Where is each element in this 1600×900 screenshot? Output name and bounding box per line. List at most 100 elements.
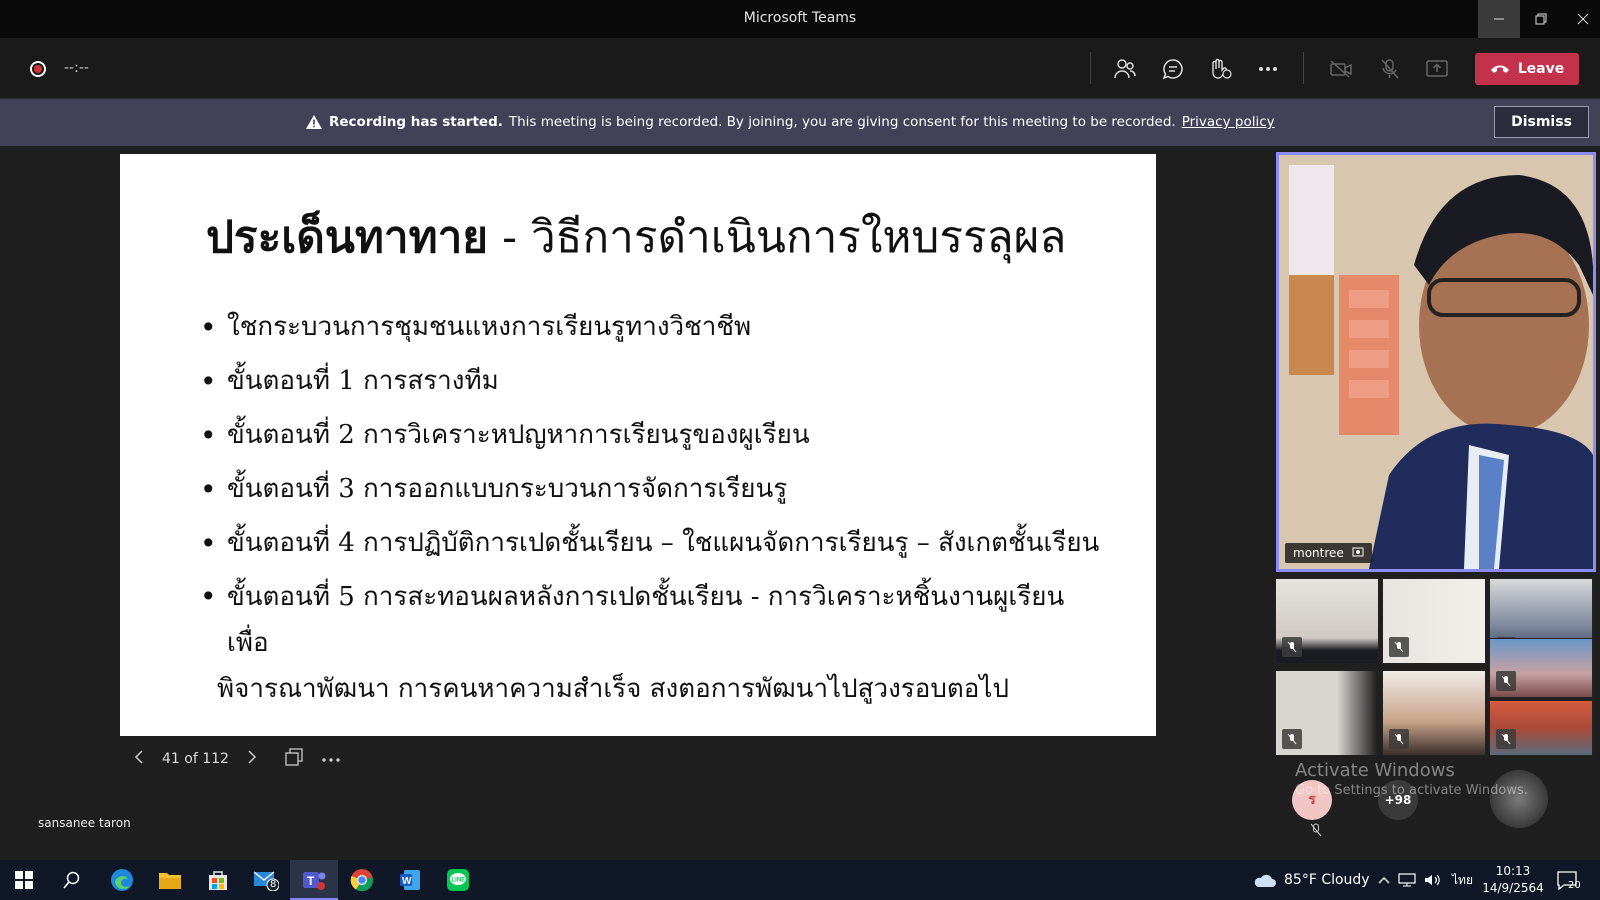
slide-bullet: ขั้นตอนที่ 1 การสรางทีม	[200, 358, 1100, 405]
restore-button[interactable]	[1520, 0, 1562, 38]
privacy-policy-link[interactable]: Privacy policy	[1182, 114, 1275, 130]
svg-text:W: W	[402, 876, 412, 887]
file-explorer-taskbar-button[interactable]	[146, 860, 194, 900]
more-actions-button[interactable]	[1253, 54, 1283, 84]
speaker-video-image	[1279, 155, 1593, 569]
minimize-button[interactable]	[1478, 0, 1520, 38]
word-taskbar-button[interactable]: W	[386, 860, 434, 900]
chat-button[interactable]	[1158, 54, 1188, 84]
notification-count: 20	[1568, 880, 1581, 891]
dismiss-button[interactable]: Dismiss	[1494, 106, 1589, 138]
slide-bullet: ขั้นตอนที่ 4 การปฏิบัติการเปดชั้นเรียน –…	[200, 520, 1100, 567]
slide-bullet-continuation: พิจารณาพัฒนา การคนหาความสำเร็จ สงตอการพั…	[217, 674, 1009, 704]
network-button[interactable]	[1398, 860, 1416, 900]
participants-button[interactable]	[1110, 54, 1140, 84]
start-button[interactable]	[0, 860, 48, 900]
leave-button[interactable]: Leave	[1475, 53, 1579, 85]
reactions-button[interactable]	[1205, 54, 1235, 84]
minimize-icon	[1494, 18, 1504, 20]
mic-off-icon	[1282, 729, 1302, 749]
slides-grid-icon	[285, 748, 303, 766]
toolbar-divider	[1303, 52, 1304, 84]
toolbar-divider	[1090, 52, 1091, 84]
raise-hand-icon	[1212, 58, 1232, 79]
leave-label: Leave	[1517, 61, 1565, 77]
participant-tile[interactable]	[1275, 670, 1379, 756]
slide-bullet-list: ใชกระบวนการชุมชนแหงการเรียนรูทางวิชาชีพ …	[200, 304, 1100, 719]
participant-tile[interactable]	[1489, 700, 1593, 756]
mic-off-icon	[1310, 822, 1322, 841]
speaker-name-tag: montree	[1285, 543, 1372, 563]
network-icon	[1398, 873, 1416, 887]
participant-tile[interactable]	[1489, 638, 1593, 698]
slide-bullet-text: ขั้นตอนที่ 5 การสะทอนผลหลังการเปดชั้นเรี…	[227, 582, 1065, 658]
screen-share-indicator-icon	[1352, 547, 1364, 557]
teams-taskbar-button[interactable]: T	[290, 860, 338, 900]
participant-tile[interactable]	[1382, 670, 1486, 756]
folder-icon	[159, 873, 181, 889]
teams-icon: T	[303, 872, 326, 890]
mail-taskbar-button[interactable]: 8	[242, 860, 290, 900]
clock-time: 10:13	[1495, 864, 1531, 878]
word-icon: W	[400, 870, 420, 890]
participants-gallery: montree ร +98 Activate Windows Go to Set…	[1272, 146, 1600, 854]
line-taskbar-button[interactable]: LINE	[434, 860, 482, 900]
store-icon	[209, 871, 227, 890]
meeting-toolbar: --:-- Leave	[0, 38, 1600, 99]
chrome-taskbar-button[interactable]	[338, 860, 386, 900]
slide-bullet: ขั้นตอนที่ 5 การสะทอนผลหลังการเปดชั้นเรี…	[200, 574, 1100, 712]
speaker-icon	[1425, 874, 1440, 886]
presenter-name: sansanee taron	[38, 816, 131, 830]
share-screen-icon	[1426, 60, 1448, 77]
slide-title-bold: ประเด็นทาทาย	[206, 212, 489, 263]
line-app-icon: LINE	[447, 869, 469, 891]
volume-button[interactable]	[1424, 860, 1442, 900]
show-hidden-icons-button[interactable]	[1378, 860, 1390, 900]
mic-off-icon	[1389, 729, 1409, 749]
mic-off-icon	[1496, 671, 1516, 691]
window-title: Microsoft Teams	[743, 10, 857, 26]
recording-banner: Recording has started. This meeting is b…	[0, 99, 1600, 146]
clock-date: 14/9/2564	[1482, 881, 1544, 895]
search-button[interactable]	[48, 860, 96, 900]
previous-slide-button[interactable]	[120, 749, 144, 769]
chat-icon	[1162, 59, 1183, 80]
camera-button[interactable]	[1326, 54, 1356, 84]
edge-taskbar-button[interactable]	[98, 860, 146, 900]
restore-icon	[1535, 13, 1547, 25]
content-stage: ประเด็นทาทาย - วิธีการดำเนินการใหบรรลุผล…	[0, 146, 1272, 854]
notifications-button[interactable]: 20	[1556, 860, 1581, 900]
participant-tile[interactable]	[1382, 578, 1486, 664]
active-speaker-video[interactable]: montree	[1276, 152, 1596, 572]
people-icon	[1114, 59, 1136, 79]
title-bar: Microsoft Teams	[0, 0, 1600, 38]
participant-tile[interactable]	[1275, 578, 1379, 664]
mic-off-icon	[1381, 59, 1399, 79]
participant-thumbnails	[1272, 578, 1600, 758]
svg-text:T: T	[307, 874, 315, 888]
windows-logo-icon	[15, 871, 33, 889]
store-taskbar-button[interactable]	[194, 860, 242, 900]
slide-page-counter: 41 of 112	[162, 751, 229, 767]
mic-off-icon	[1389, 637, 1409, 657]
close-window-button[interactable]	[1562, 0, 1600, 38]
more-icon	[322, 758, 340, 762]
meeting-timer: --:--	[64, 60, 89, 76]
slide-bullet: ขั้นตอนที่ 3 การออกแบบกระบวนการจัดการเรี…	[200, 466, 1100, 513]
chrome-icon	[350, 869, 374, 892]
slide-grid-button[interactable]	[285, 748, 303, 770]
slide-title-rest: วิธีการดำเนินการใหบรรลุผล	[530, 212, 1067, 263]
mic-button[interactable]	[1375, 54, 1405, 84]
taskbar-clock[interactable]: 10:13 14/9/2564	[1478, 863, 1548, 897]
svg-text:LINE: LINE	[452, 878, 466, 884]
share-button[interactable]	[1422, 54, 1452, 84]
activate-windows-subtitle: Go to Settings to activate Windows.	[1295, 783, 1528, 798]
close-icon	[1577, 13, 1589, 25]
chevron-right-icon	[248, 750, 256, 764]
slide-more-button[interactable]	[321, 751, 341, 767]
next-slide-button[interactable]	[247, 749, 257, 769]
input-language[interactable]: ไทย	[1452, 860, 1473, 900]
more-icon	[1259, 67, 1277, 71]
banner-message: Recording has started. This meeting is b…	[305, 114, 1275, 130]
weather-widget[interactable]: 85°F Cloudy	[1252, 860, 1370, 900]
